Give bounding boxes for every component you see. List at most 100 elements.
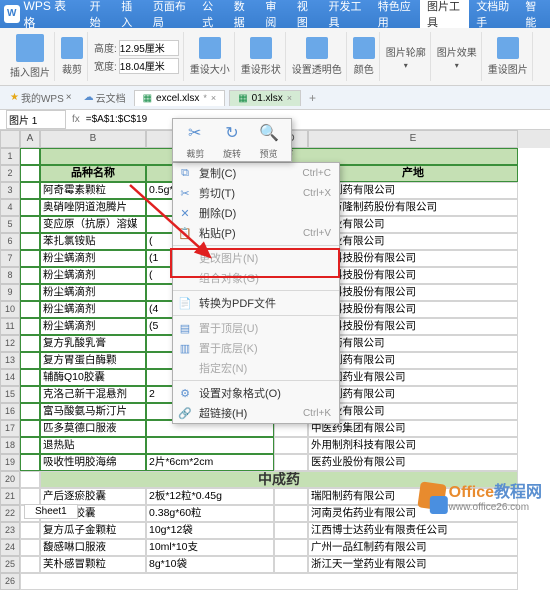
- row-num[interactable]: 22: [0, 505, 20, 522]
- row-num[interactable]: 11: [0, 318, 20, 335]
- ribbon-reset[interactable]: 重设大小: [186, 32, 235, 81]
- col-B[interactable]: B: [40, 130, 146, 148]
- cell-name[interactable]: 粉尘螨滴剂: [40, 267, 146, 284]
- crumb-mywps[interactable]: ★我的WPS×: [6, 90, 76, 105]
- tab-dochelper[interactable]: 文档助手: [469, 0, 518, 28]
- preview-icon[interactable]: 🔍: [259, 123, 279, 143]
- cell-origin[interactable]: 江西博士达药业有限责任公司: [308, 522, 518, 539]
- header-name[interactable]: 品种名称: [40, 165, 146, 182]
- cell-spec[interactable]: 10ml*10支: [146, 539, 274, 556]
- cell-name[interactable]: 吸收性明胶海绵: [40, 454, 146, 471]
- row-num[interactable]: 21: [0, 488, 20, 505]
- row-num[interactable]: 24: [0, 539, 20, 556]
- ribbon-effect[interactable]: 图片效果▾: [433, 32, 482, 81]
- cell-spec[interactable]: [146, 437, 274, 454]
- cell-name[interactable]: 富马酸氨马斯汀片: [40, 403, 146, 420]
- row-num[interactable]: 8: [0, 267, 20, 284]
- ribbon-border[interactable]: 图片轮廓▾: [382, 32, 431, 81]
- cell-name[interactable]: 粉尘螨滴剂: [40, 301, 146, 318]
- tab-review[interactable]: 审阅: [258, 0, 290, 28]
- cell-name[interactable]: 复方胃蛋白酶颗: [40, 352, 146, 369]
- cell-origin[interactable]: 广州一品红制药有限公司: [308, 539, 518, 556]
- row-num[interactable]: 1: [0, 148, 20, 165]
- row-num[interactable]: 7: [0, 250, 20, 267]
- row-num[interactable]: 9: [0, 284, 20, 301]
- cell-spec[interactable]: 2片*6cm*2cm: [146, 454, 274, 471]
- col-A[interactable]: A: [20, 130, 40, 148]
- formula-value[interactable]: =$A$1:$C$19: [86, 114, 147, 125]
- tab-pictools[interactable]: 图片工具: [420, 0, 469, 28]
- menu-link[interactable]: 🔗超链接(H)Ctrl+K: [173, 403, 339, 423]
- menu-format[interactable]: ⚙设置对象格式(O): [173, 383, 339, 403]
- cell-origin[interactable]: 外用制剂科技有限公司: [308, 437, 518, 454]
- fx-icon[interactable]: fx: [72, 114, 80, 125]
- row-num[interactable]: 14: [0, 369, 20, 386]
- ribbon-reset-shape[interactable]: 重设形状: [237, 32, 286, 81]
- row-num[interactable]: 19: [0, 454, 20, 471]
- cell-name[interactable]: 克洛己新干混悬剂: [40, 386, 146, 403]
- sheet-tab[interactable]: Sheet1: [24, 504, 78, 519]
- rotate-icon[interactable]: ↻: [222, 123, 242, 143]
- menu-cut[interactable]: ✂剪切(T)Ctrl+X: [173, 183, 339, 203]
- row-num[interactable]: 13: [0, 352, 20, 369]
- cell-name[interactable]: 苯扎氯铵贴: [40, 233, 146, 250]
- cell-spec[interactable]: 2板*12粒*0.45g: [146, 488, 274, 505]
- width-input[interactable]: [119, 58, 179, 74]
- close-icon[interactable]: ×: [287, 93, 292, 103]
- tab-home[interactable]: 开始: [83, 0, 115, 28]
- tab-dev[interactable]: 开发工具: [322, 0, 371, 28]
- cell-name[interactable]: 退热贴: [40, 437, 146, 454]
- name-box[interactable]: 图片 1: [6, 110, 66, 129]
- tab-formula[interactable]: 公式: [195, 0, 227, 28]
- doctab-excel[interactable]: ▦excel.xlsx*×: [134, 90, 226, 106]
- tab-layout[interactable]: 页面布局: [146, 0, 195, 28]
- row-num[interactable]: 15: [0, 386, 20, 403]
- menu-paste[interactable]: 📋粘贴(P)Ctrl+V: [173, 223, 339, 243]
- cell-name[interactable]: 变应原（抗原）溶媒: [40, 216, 146, 233]
- menu-pdf[interactable]: 📄转换为PDF文件: [173, 293, 339, 313]
- cell-name[interactable]: 奥硝唑阴道泡腾片: [40, 199, 146, 216]
- cell-spec[interactable]: 0.38g*60粒: [146, 505, 274, 522]
- cell-name[interactable]: 芙朴感冒颗粒: [40, 556, 146, 573]
- ribbon-insert-pic[interactable]: 插入图片: [6, 32, 55, 81]
- crop-icon[interactable]: ✂: [185, 123, 205, 143]
- cell-name[interactable]: 粉尘螨滴剂: [40, 318, 146, 335]
- cell-name[interactable]: 匹多莫德口服液: [40, 420, 146, 437]
- cell-name[interactable]: 粉尘螨滴剂: [40, 284, 146, 301]
- doctab-01[interactable]: ▦01.xlsx×: [229, 90, 301, 106]
- cell-origin[interactable]: 浙江天一堂药业有限公司: [308, 556, 518, 573]
- row-num[interactable]: 17: [0, 420, 20, 437]
- menu-copy[interactable]: ⧉复制(C)Ctrl+C: [173, 163, 339, 183]
- row-num[interactable]: 16: [0, 403, 20, 420]
- row-num[interactable]: 12: [0, 335, 20, 352]
- tab-view[interactable]: 视图: [290, 0, 322, 28]
- ribbon-crop[interactable]: 裁剪: [57, 32, 88, 81]
- row-num[interactable]: 4: [0, 199, 20, 216]
- row-num[interactable]: 3: [0, 182, 20, 199]
- ribbon-color[interactable]: 颜色: [349, 32, 380, 81]
- cell-name[interactable]: 阿奇霉素颗粒: [40, 182, 146, 199]
- row-num[interactable]: 18: [0, 437, 20, 454]
- cell-name[interactable]: 粉尘螨滴剂: [40, 250, 146, 267]
- add-tab-icon[interactable]: +: [309, 91, 316, 105]
- height-input[interactable]: [119, 40, 179, 56]
- tab-ai[interactable]: 智能: [518, 0, 550, 28]
- row-num[interactable]: 25: [0, 556, 20, 573]
- crumb-cloud[interactable]: ☁云文档: [80, 90, 130, 105]
- row-num[interactable]: 10: [0, 301, 20, 318]
- cell-name[interactable]: 复方瓜子金颗粒: [40, 522, 146, 539]
- ribbon-reset-pic[interactable]: 重设图片: [484, 32, 533, 81]
- cell-name[interactable]: 产后逐瘀胶囊: [40, 488, 146, 505]
- menu-delete[interactable]: ✕删除(D): [173, 203, 339, 223]
- cell-name[interactable]: 馥感啉口服液: [40, 539, 146, 556]
- tab-data[interactable]: 数据: [227, 0, 259, 28]
- row-num[interactable]: 23: [0, 522, 20, 539]
- cell-name[interactable]: 复方乳酸乳膏: [40, 335, 146, 352]
- cell-spec[interactable]: 10g*12袋: [146, 522, 274, 539]
- row-num[interactable]: 5: [0, 216, 20, 233]
- close-icon[interactable]: ×: [211, 93, 216, 103]
- row-num[interactable]: 6: [0, 233, 20, 250]
- cell-name[interactable]: 辅酶Q10胶囊: [40, 369, 146, 386]
- tab-special[interactable]: 特色应用: [371, 0, 420, 28]
- tab-insert[interactable]: 插入: [114, 0, 146, 28]
